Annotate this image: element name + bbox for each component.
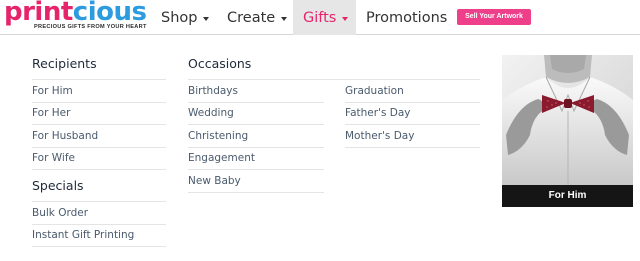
nav-promotions[interactable]: Promotions [356, 0, 456, 35]
chevron-down-icon [281, 16, 288, 21]
nav-promotions-label: Promotions [366, 9, 448, 26]
menu-item-for-him[interactable]: For Him [32, 80, 166, 103]
menu-item-engagement[interactable]: Engagement [188, 148, 324, 170]
main-nav: Shop Create Gifts Promotions [151, 0, 456, 35]
menu-item-for-her[interactable]: For Her [32, 103, 166, 125]
promo-caption: For Him [502, 185, 633, 207]
menu-item-bulk-order[interactable]: Bulk Order [32, 202, 166, 225]
specials-list: Bulk Order Instant Gift Printing [32, 202, 166, 247]
menu-item-new-baby[interactable]: New Baby [188, 170, 324, 193]
for-him-promo-card[interactable]: For Him [502, 55, 633, 207]
nav-create[interactable]: Create [217, 0, 293, 35]
menu-item-for-husband[interactable]: For Husband [32, 125, 166, 148]
menu-item-christening[interactable]: Christening [188, 125, 324, 148]
chevron-down-icon [203, 16, 210, 21]
man-bowtie-photo [502, 55, 633, 185]
logo-tagline: PRECIOUS GIFTS FROM YOUR HEART [34, 24, 147, 30]
sell-your-artwork-button[interactable]: Sell Your Artwork [457, 9, 531, 25]
printcious-logo[interactable]: printcious PRECIOUS GIFTS FROM YOUR HEAR… [4, 0, 147, 34]
nav-shop[interactable]: Shop [151, 0, 217, 35]
occasions-heading: Occasions [188, 56, 252, 71]
occasions-list-col1: Birthdays Wedding Christening Engagement… [188, 80, 324, 193]
menu-item-graduation[interactable]: Graduation [345, 80, 480, 103]
menu-item-for-wife[interactable]: For Wife [32, 148, 166, 170]
top-header: printcious PRECIOUS GIFTS FROM YOUR HEAR… [0, 0, 640, 35]
logo-wordmark-print: print [4, 0, 73, 27]
menu-item-fathers-day[interactable]: Father's Day [345, 103, 480, 125]
nav-create-label: Create [227, 9, 276, 26]
menu-item-birthdays[interactable]: Birthdays [188, 80, 324, 103]
logo-wordmark-cious: cious [72, 0, 147, 27]
specials-heading: Specials [32, 178, 84, 193]
nav-gifts[interactable]: Gifts [293, 0, 356, 35]
menu-item-mothers-day[interactable]: Mother's Day [345, 125, 480, 148]
recipients-heading: Recipients [32, 56, 97, 71]
nav-gifts-label: Gifts [303, 9, 337, 26]
menu-item-wedding[interactable]: Wedding [188, 103, 324, 125]
occasions-list-col2: Graduation Father's Day Mother's Day [345, 80, 480, 148]
recipients-list: For Him For Her For Husband For Wife [32, 80, 166, 170]
menu-item-instant-gift-printing[interactable]: Instant Gift Printing [32, 225, 166, 247]
chevron-down-icon [342, 16, 349, 21]
nav-shop-label: Shop [161, 9, 198, 26]
